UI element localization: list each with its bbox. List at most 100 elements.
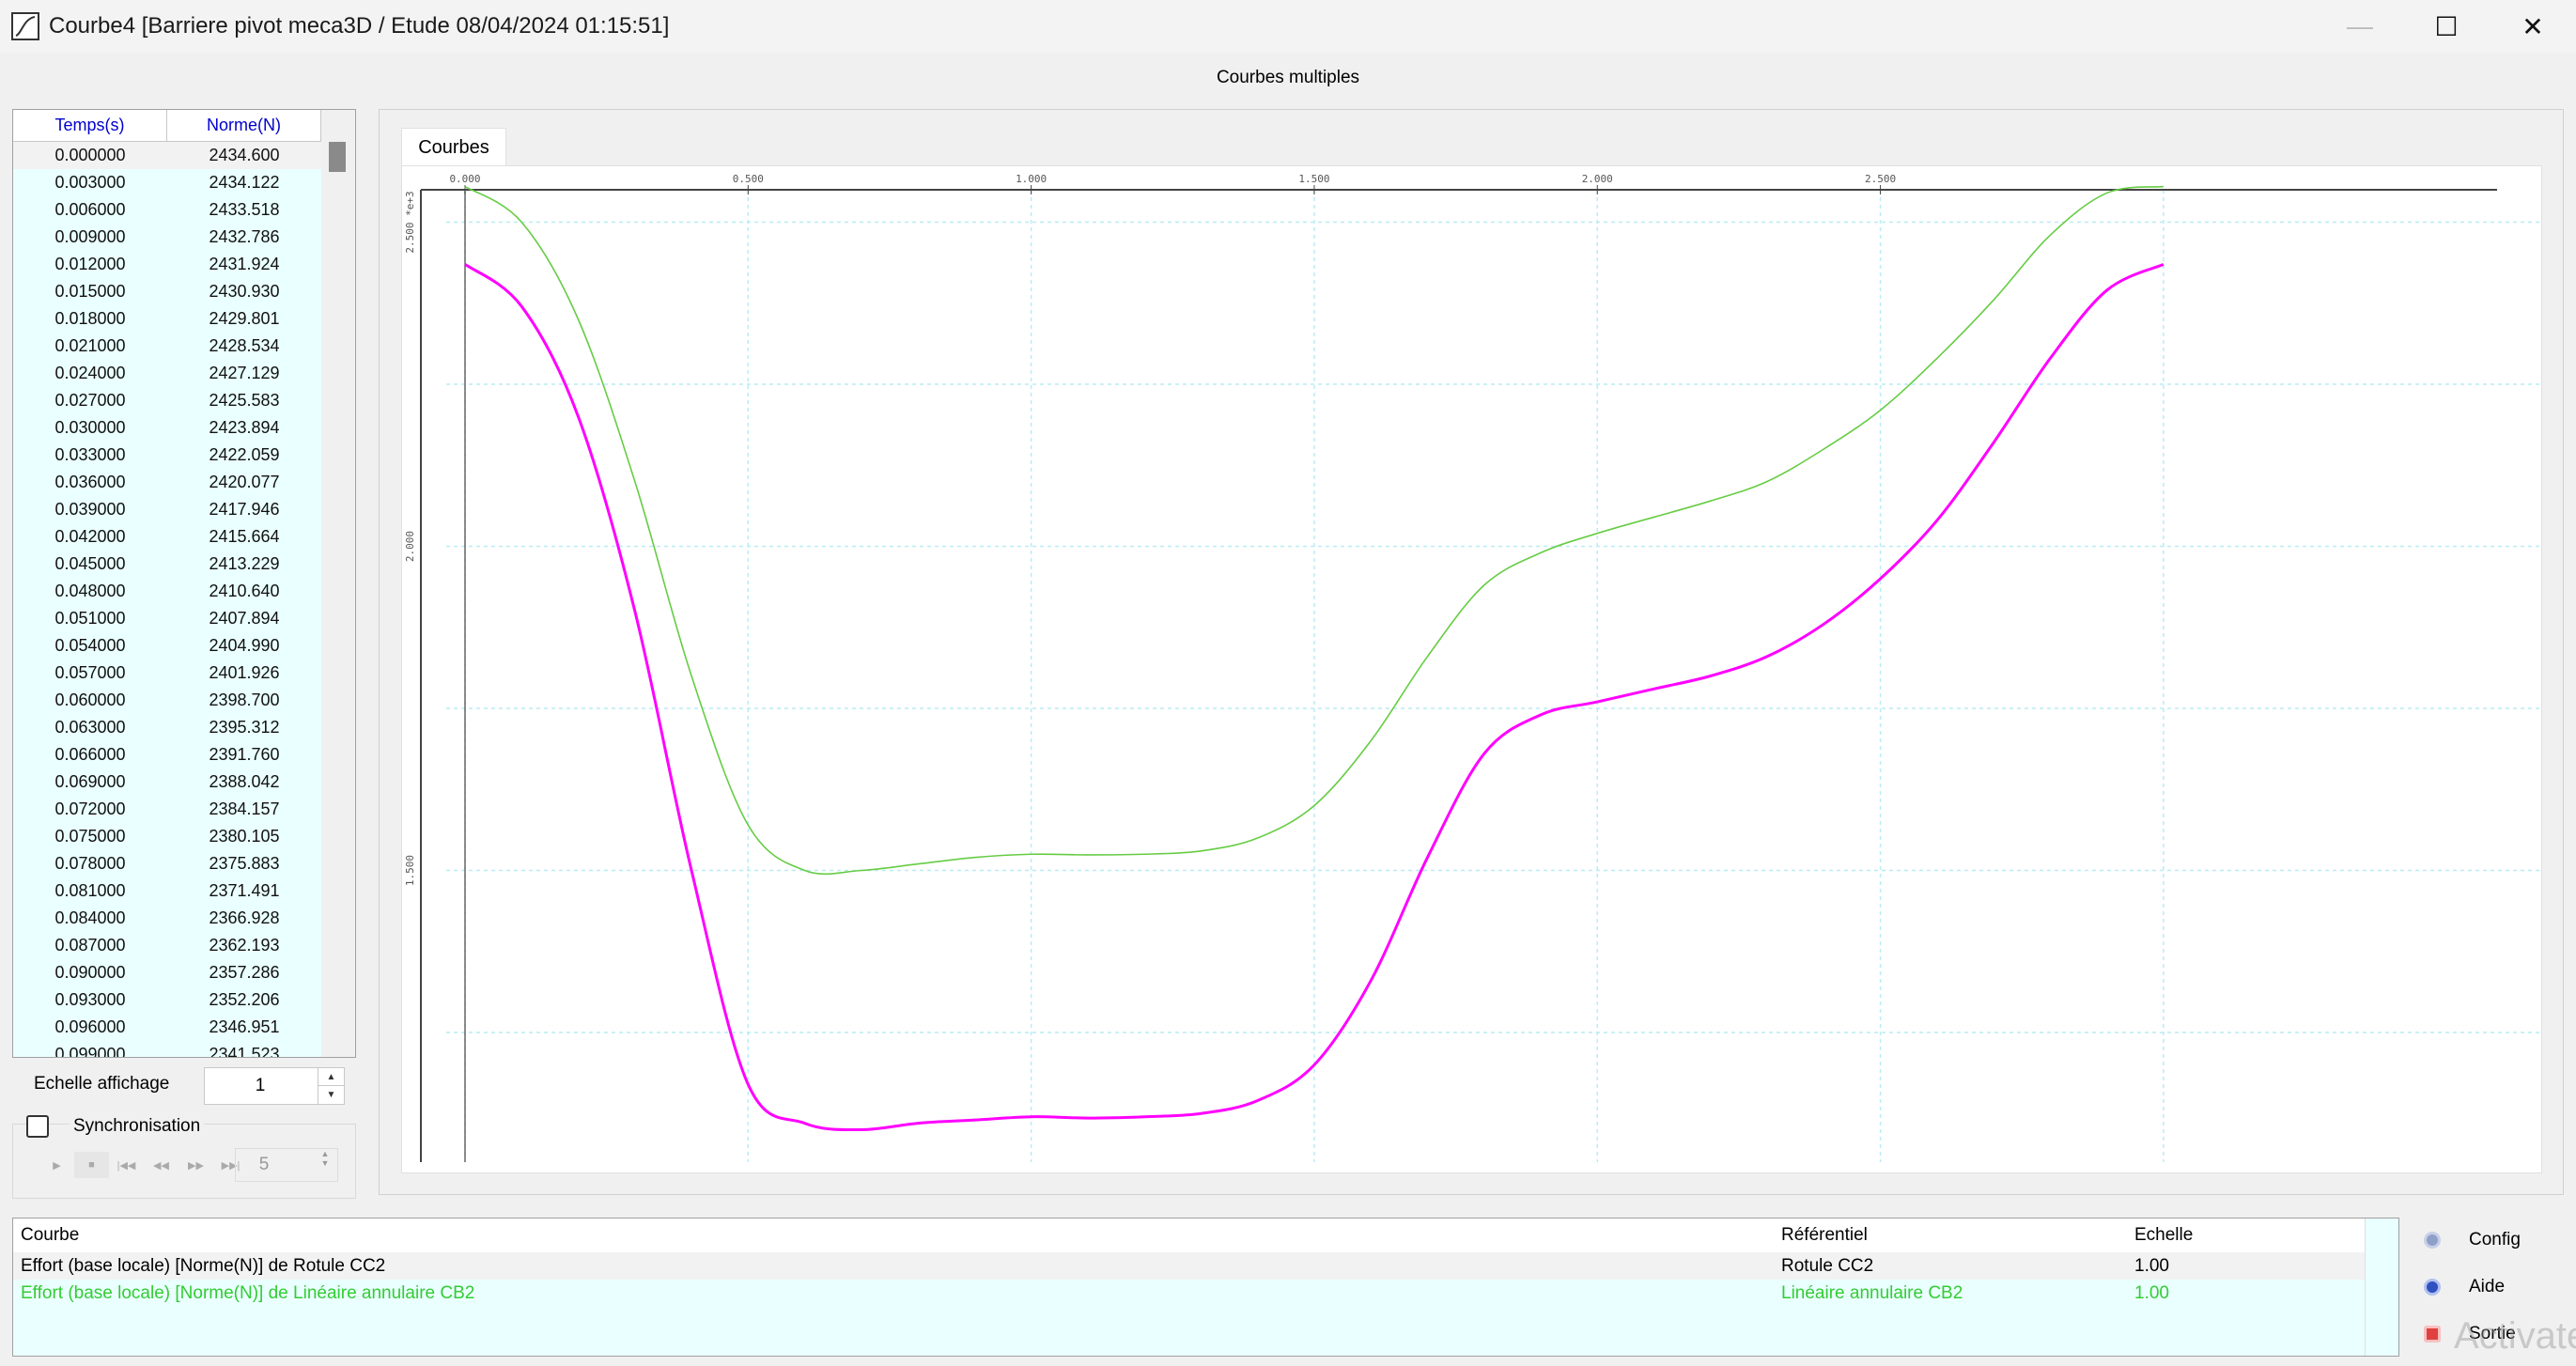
table-row[interactable]: Effort (base locale) [Norme(N)] de Rotul…: [13, 1252, 2366, 1280]
spin-down-icon[interactable]: ▼: [318, 1086, 344, 1104]
tab-label: Courbes: [418, 137, 489, 158]
first-icon[interactable]: |◀◀: [109, 1152, 144, 1178]
window-title: Courbe4 [Barriere pivot meca3D / Etude 0…: [49, 13, 670, 39]
time-cell: 0.057000: [13, 660, 167, 687]
echelle-spinbox[interactable]: 1 ▲ ▼: [204, 1067, 345, 1105]
curves-table-scrollbar[interactable]: [2365, 1219, 2398, 1356]
table-scrollbar[interactable]: [321, 110, 355, 1057]
time-cell: 0.027000: [13, 387, 167, 414]
table-row[interactable]: 0.084000 2366.928: [13, 905, 321, 932]
sync-spinbox[interactable]: 5 ▲ ▼: [235, 1148, 338, 1182]
norm-cell: 2433.518: [167, 196, 321, 224]
column-header-courbe[interactable]: Courbe: [21, 1219, 79, 1252]
prev-icon[interactable]: ◀◀: [144, 1152, 178, 1178]
table-row[interactable]: 0.096000 2346.951: [13, 1014, 321, 1041]
table-row[interactable]: 0.066000 2391.760: [13, 741, 321, 768]
minimize-button[interactable]: —: [2317, 0, 2403, 53]
time-cell: 0.015000: [13, 278, 167, 305]
norm-cell: 2391.760: [167, 741, 321, 768]
table-row[interactable]: 0.012000 2431.924: [13, 251, 321, 278]
echelle-value[interactable]: 1: [205, 1068, 316, 1104]
play-icon[interactable]: ▶: [39, 1152, 74, 1178]
close-button[interactable]: ✕: [2490, 0, 2576, 53]
line-chart[interactable]: 0.000 0.500 1.000 1.500 2.000 2.500 2.500 *e+3…: [402, 166, 2543, 1174]
table-row[interactable]: 0.000000 2434.600: [13, 142, 321, 169]
norm-cell: 2429.801: [167, 305, 321, 333]
scrollbar-thumb[interactable]: [329, 142, 346, 172]
table-row[interactable]: 0.072000 2384.157: [13, 796, 321, 823]
time-cell: 0.012000: [13, 251, 167, 278]
tab-courbes[interactable]: Courbes: [401, 128, 506, 165]
time-cell: 0.006000: [13, 196, 167, 224]
table-row[interactable]: 0.039000 2417.946: [13, 496, 321, 523]
norm-cell: 2341.523: [167, 1041, 321, 1057]
table-row[interactable]: 0.027000 2425.583: [13, 387, 321, 414]
spin-up-icon[interactable]: ▲: [318, 1068, 344, 1086]
table-row[interactable]: Effort (base locale) [Norme(N)] de Linéa…: [13, 1280, 2366, 1307]
curves-table[interactable]: Courbe Référentiel Echelle Effort (base …: [12, 1218, 2399, 1357]
playback-controls: ▶ ■ |◀◀ ◀◀ ▶▶ ▶▶|: [39, 1152, 248, 1178]
table-row[interactable]: 0.015000 2430.930: [13, 278, 321, 305]
time-cell: 0.021000: [13, 333, 167, 360]
table-row[interactable]: 0.057000 2401.926: [13, 660, 321, 687]
norm-cell: 2425.583: [167, 387, 321, 414]
column-header-time[interactable]: Temps(s): [13, 110, 167, 141]
next-icon[interactable]: ▶▶: [178, 1152, 213, 1178]
curves-table-header: Courbe Référentiel Echelle: [13, 1219, 2366, 1252]
table-row[interactable]: 0.054000 2404.990: [13, 632, 321, 660]
norm-cell: 2432.786: [167, 224, 321, 251]
norm-cell: 2401.926: [167, 660, 321, 687]
config-button[interactable]: Config: [2424, 1221, 2565, 1259]
norm-cell: 2422.059: [167, 442, 321, 469]
column-header-norm[interactable]: Norme(N): [167, 110, 321, 141]
spin-up-icon[interactable]: ▲: [313, 1149, 337, 1158]
time-cell: 0.003000: [13, 169, 167, 196]
time-cell: 0.060000: [13, 687, 167, 714]
table-rows: 0.000000 2434.600 0.003000 2434.122 0.006000…: [13, 142, 321, 1057]
x-tick-label: 1.000: [1016, 173, 1047, 185]
norm-cell: 2434.122: [167, 169, 321, 196]
table-row[interactable]: 0.087000 2362.193: [13, 932, 321, 959]
aide-label: Aide: [2469, 1277, 2506, 1296]
table-row[interactable]: 0.018000 2429.801: [13, 305, 321, 333]
table-row[interactable]: 0.006000 2433.518: [13, 196, 321, 224]
table-row[interactable]: 0.051000 2407.894: [13, 605, 321, 632]
stop-icon[interactable]: ■: [74, 1152, 109, 1178]
table-row[interactable]: 0.099000 2341.523: [13, 1041, 321, 1057]
sync-checkbox[interactable]: [26, 1115, 49, 1138]
table-row[interactable]: 0.081000 2371.491: [13, 877, 321, 905]
table-row[interactable]: 0.045000 2413.229: [13, 551, 321, 578]
table-row[interactable]: 0.078000 2375.883: [13, 850, 321, 877]
table-row[interactable]: 0.036000 2420.077: [13, 469, 321, 496]
table-row[interactable]: 0.024000 2427.129: [13, 360, 321, 387]
table-row[interactable]: 0.048000 2410.640: [13, 578, 321, 605]
table-row[interactable]: 0.021000 2428.534: [13, 333, 321, 360]
time-cell: 0.018000: [13, 305, 167, 333]
table-row[interactable]: 0.060000 2398.700: [13, 687, 321, 714]
spin-down-icon[interactable]: ▼: [313, 1158, 337, 1168]
y-tick-label: 2.000: [404, 531, 416, 562]
time-cell: 0.051000: [13, 605, 167, 632]
table-row[interactable]: 0.069000 2388.042: [13, 768, 321, 796]
table-row[interactable]: 0.063000 2395.312: [13, 714, 321, 741]
table-row[interactable]: 0.090000 2357.286: [13, 959, 321, 986]
table-row[interactable]: 0.042000 2415.664: [13, 523, 321, 551]
column-header-referentiel[interactable]: Référentiel: [1781, 1219, 1868, 1252]
table-row[interactable]: 0.030000 2423.894: [13, 414, 321, 442]
table-row[interactable]: 0.033000 2422.059: [13, 442, 321, 469]
data-table[interactable]: Temps(s) Norme(N) 0.000000 2434.600 0.0030…: [12, 109, 356, 1058]
plot-panel[interactable]: 0.000 0.500 1.000 1.500 2.000 2.500 2.500 *e+3…: [401, 165, 2543, 1174]
time-cell: 0.066000: [13, 741, 167, 768]
table-row[interactable]: 0.075000 2380.105: [13, 823, 321, 850]
maximize-button[interactable]: ☐: [2403, 0, 2490, 53]
app-chart-icon: [11, 12, 39, 40]
aide-button[interactable]: Aide: [2424, 1268, 2565, 1306]
column-header-echelle[interactable]: Echelle: [2134, 1219, 2193, 1252]
time-cell: 0.075000: [13, 823, 167, 850]
time-cell: 0.036000: [13, 469, 167, 496]
title-bar: Courbe4 [Barriere pivot meca3D / Etude 0…: [0, 0, 2576, 53]
sync-value[interactable]: 5: [236, 1149, 292, 1181]
table-row[interactable]: 0.003000 2434.122: [13, 169, 321, 196]
table-row[interactable]: 0.093000 2352.206: [13, 986, 321, 1014]
table-row[interactable]: 0.009000 2432.786: [13, 224, 321, 251]
